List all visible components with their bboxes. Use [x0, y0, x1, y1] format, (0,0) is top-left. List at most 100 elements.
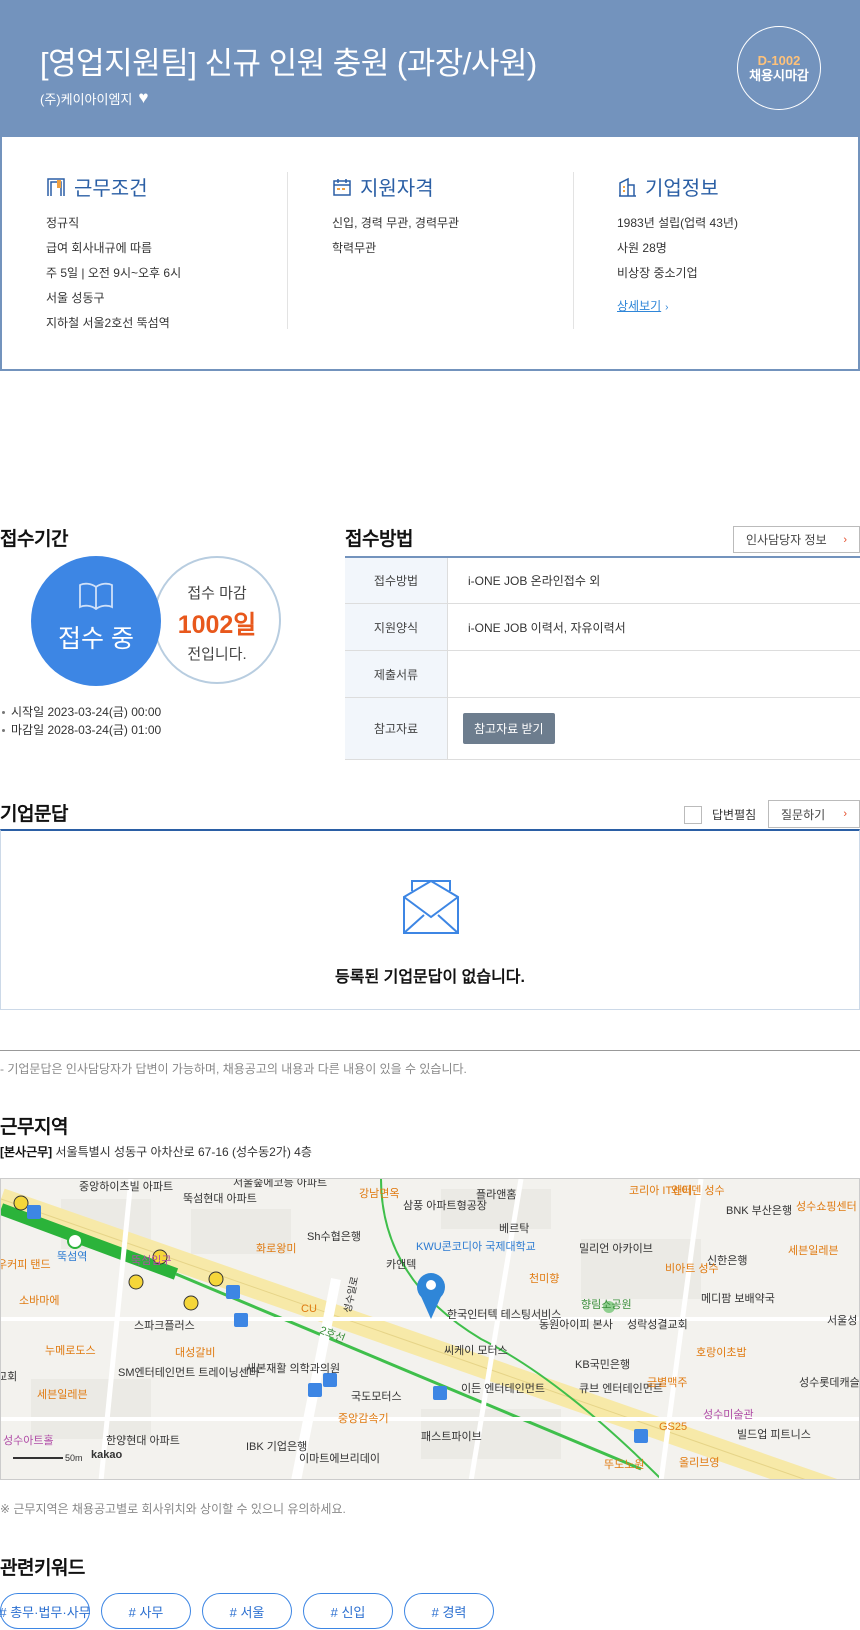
work-line: 지하철 서울2호선 뚝섬역 — [46, 316, 170, 330]
map-label: 이마트에브리데이 — [299, 1453, 380, 1465]
work-conditions-heading: 근무조건 — [46, 172, 181, 201]
map-label: 소바마에 — [19, 1295, 60, 1307]
table-cell: i-ONE JOB 이력서, 자유이력서 — [468, 620, 626, 635]
keyword-tag[interactable]: # 사무 — [101, 1593, 191, 1629]
map-label: 스파크플러스 — [134, 1320, 195, 1332]
work-line: 서울 성동구 — [46, 291, 105, 305]
map-label: 누메로도스 — [45, 1345, 96, 1357]
chevron-right-icon[interactable]: › — [665, 302, 668, 313]
table-row: 참고자료 참고자료 받기 — [345, 698, 860, 760]
company-info: 기업정보 1983년 설립(업력 43년) 사원 28명 비상장 중소기업 상세… — [617, 172, 738, 315]
map-label: 새본재활 의학과의원 — [246, 1363, 341, 1375]
map-label: 메디팜 보배약국 — [701, 1293, 775, 1305]
qa-empty-message: 등록된 기업문답이 없습니다. — [335, 969, 525, 986]
calendar-icon — [333, 178, 351, 196]
qualifications-title: 지원자격 — [360, 178, 434, 200]
map-label: 강남면옥 — [359, 1188, 400, 1200]
table-cell — [448, 651, 860, 697]
download-reference-button[interactable]: 참고자료 받기 — [463, 713, 555, 744]
map-label: 베르탁 — [499, 1223, 530, 1235]
qualification-line: 신입, 경력 무관, 경력무관 — [332, 216, 460, 230]
map[interactable]: 중앙하이츠빌 아파트 뚝섬현대 아파트 서울숲에코등 아파트 강남면옥 삼풍 아… — [0, 1178, 860, 1480]
table-header-cell: 참고자료 — [345, 698, 448, 759]
heart-icon[interactable]: ♥ — [138, 88, 148, 108]
map-label: 화로왕미 — [256, 1243, 297, 1255]
end-date-text: 마감일 2028-03-24(금) 01:00 — [11, 723, 162, 737]
kakao-logo: kakao — [91, 1449, 123, 1461]
method-title: 접수방법 — [345, 529, 413, 550]
map-label: 뚝섬입구 — [131, 1255, 172, 1267]
location-title: 근무지역 — [0, 1117, 68, 1138]
start-date-text: 시작일 2023-03-24(금) 00:00 — [11, 705, 162, 719]
keyword-tag[interactable]: # 경력 — [404, 1593, 494, 1629]
table-row: 지원양식 i-ONE JOB 이력서, 자유이력서 — [345, 604, 860, 651]
work-conditions: 근무조건 정규직 급여 회사내규에 따름 주 5일 | 오전 9시~오후 6시 … — [46, 172, 181, 336]
map-label: 중앙하이츠빌 아파트 — [79, 1181, 174, 1193]
map-label: 금별맥주 — [647, 1377, 688, 1389]
divider — [0, 1050, 860, 1051]
end-date: 마감일 2028-03-24(금) 01:00 — [0, 721, 161, 739]
hr-manager-info-label[interactable]: 인사담당자 정보 — [746, 531, 827, 548]
status-text: 접수 중 — [58, 625, 134, 653]
keyword-list: # 총무·법무·사무 # 사무 # 서울 # 신입 # 경력 — [0, 1593, 494, 1629]
apply-method-table: 접수방법 i-ONE JOB 온라인접수 외 지원양식 i-ONE JOB 이력… — [345, 556, 860, 760]
map-label: BNK 부산은행 — [726, 1205, 793, 1217]
map-label: 성락성결교회 — [627, 1319, 688, 1331]
keyword-tag[interactable]: # 총무·법무·사무 — [0, 1593, 91, 1629]
map-label: 패스트파이브 — [421, 1431, 482, 1443]
job-header: [영업지원팀] 신규 인원 충원 (과장/사원) (주)케이아이엠지 ♥ D-1… — [0, 0, 860, 137]
map-label: 한양현대 아파트 — [106, 1435, 180, 1447]
table-header-cell: 접수방법 — [345, 558, 448, 603]
company-info-title: 기업정보 — [645, 178, 719, 200]
map-label: 천미향 — [529, 1273, 560, 1285]
deadline-days: 1002일 — [177, 611, 257, 639]
address-text: 서울특별시 성동구 아차산로 67-16 (성수동2가) 4층 — [55, 1145, 312, 1159]
deadline-circle: 접수 마감 1002일 전입니다. — [153, 556, 281, 684]
dday-code: D-1002 — [757, 53, 801, 68]
work-line: 급여 회사내규에 따름 — [46, 241, 153, 255]
deadline-suffix: 전입니다. — [187, 646, 247, 663]
company-name-text[interactable]: (주)케이아이엠지 — [40, 89, 132, 108]
work-line: 주 5일 | 오전 9시~오후 6시 — [46, 266, 182, 280]
map-label: 씨케이 모터스 — [444, 1345, 508, 1357]
map-label: 세븐일레븐 — [37, 1389, 88, 1401]
map-label: 올리브영 — [679, 1457, 720, 1469]
hr-manager-info-button[interactable]: 인사담당자 정보 › — [733, 526, 860, 553]
map-label: 빌드업 피트니스 — [737, 1429, 811, 1441]
qa-empty-box: 등록된 기업문답이 없습니다. — [0, 829, 860, 1010]
divider — [573, 172, 574, 329]
company-detail-label[interactable]: 상세보기 — [617, 299, 661, 313]
chevron-right-icon[interactable]: › — [843, 808, 847, 820]
chevron-right-icon[interactable]: › — [843, 534, 847, 546]
map-label: 삼풍 아파트형공장 — [403, 1200, 488, 1212]
map-label: 비아트 성수 — [665, 1263, 719, 1275]
work-conditions-title: 근무조건 — [74, 178, 148, 200]
location-note: ※ 근무지역은 채용공고별로 회사위치와 상이할 수 있으니 유의하세요. — [0, 1502, 346, 1516]
ask-question-label[interactable]: 질문하기 — [781, 806, 825, 823]
map-label: 이든 엔터테인먼트 — [461, 1383, 546, 1395]
expand-answers-label[interactable]: 답변펼침 — [712, 806, 756, 824]
map-label: 와이덴 성수 — [671, 1185, 725, 1197]
map-label: 향림소공원 — [581, 1299, 632, 1311]
ask-question-button[interactable]: 질문하기 › — [768, 800, 860, 828]
table-row: 제출서류 — [345, 651, 860, 698]
job-title: [영업지원팀] 신규 인원 충원 (과장/사원) — [40, 46, 537, 81]
expand-answers-checkbox[interactable] — [684, 806, 702, 824]
map-label: 뚝섬현대 아파트 — [183, 1193, 257, 1205]
map-label: 우커피 탠드 — [0, 1259, 51, 1271]
company-detail-link[interactable]: 상세보기 — [617, 297, 661, 314]
company-line: 1983년 설립(업력 43년) — [617, 216, 738, 230]
company-name[interactable]: (주)케이아이엠지 ♥ — [40, 88, 148, 108]
map-label: 성수롯데캐슬 파크아파트 — [799, 1377, 860, 1389]
keyword-tag[interactable]: # 서울 — [202, 1593, 292, 1629]
door-icon — [47, 177, 65, 196]
keyword-tag[interactable]: # 신입 — [303, 1593, 393, 1629]
map-label: 뚜도노원 — [604, 1459, 645, 1471]
company-line: 사원 28명 — [617, 241, 667, 255]
qualification-line: 학력무관 — [332, 241, 377, 255]
map-label: 대성갈비 — [175, 1347, 216, 1359]
qa-note: - 기업문답은 인사담당자가 답변이 가능하며, 채용공고의 내용과 다른 내용… — [0, 1062, 467, 1076]
status-circle: 접수 중 — [31, 556, 161, 686]
map-label: 성수쇼핑센터 — [796, 1201, 857, 1213]
map-scale: 50m — [65, 1453, 83, 1463]
